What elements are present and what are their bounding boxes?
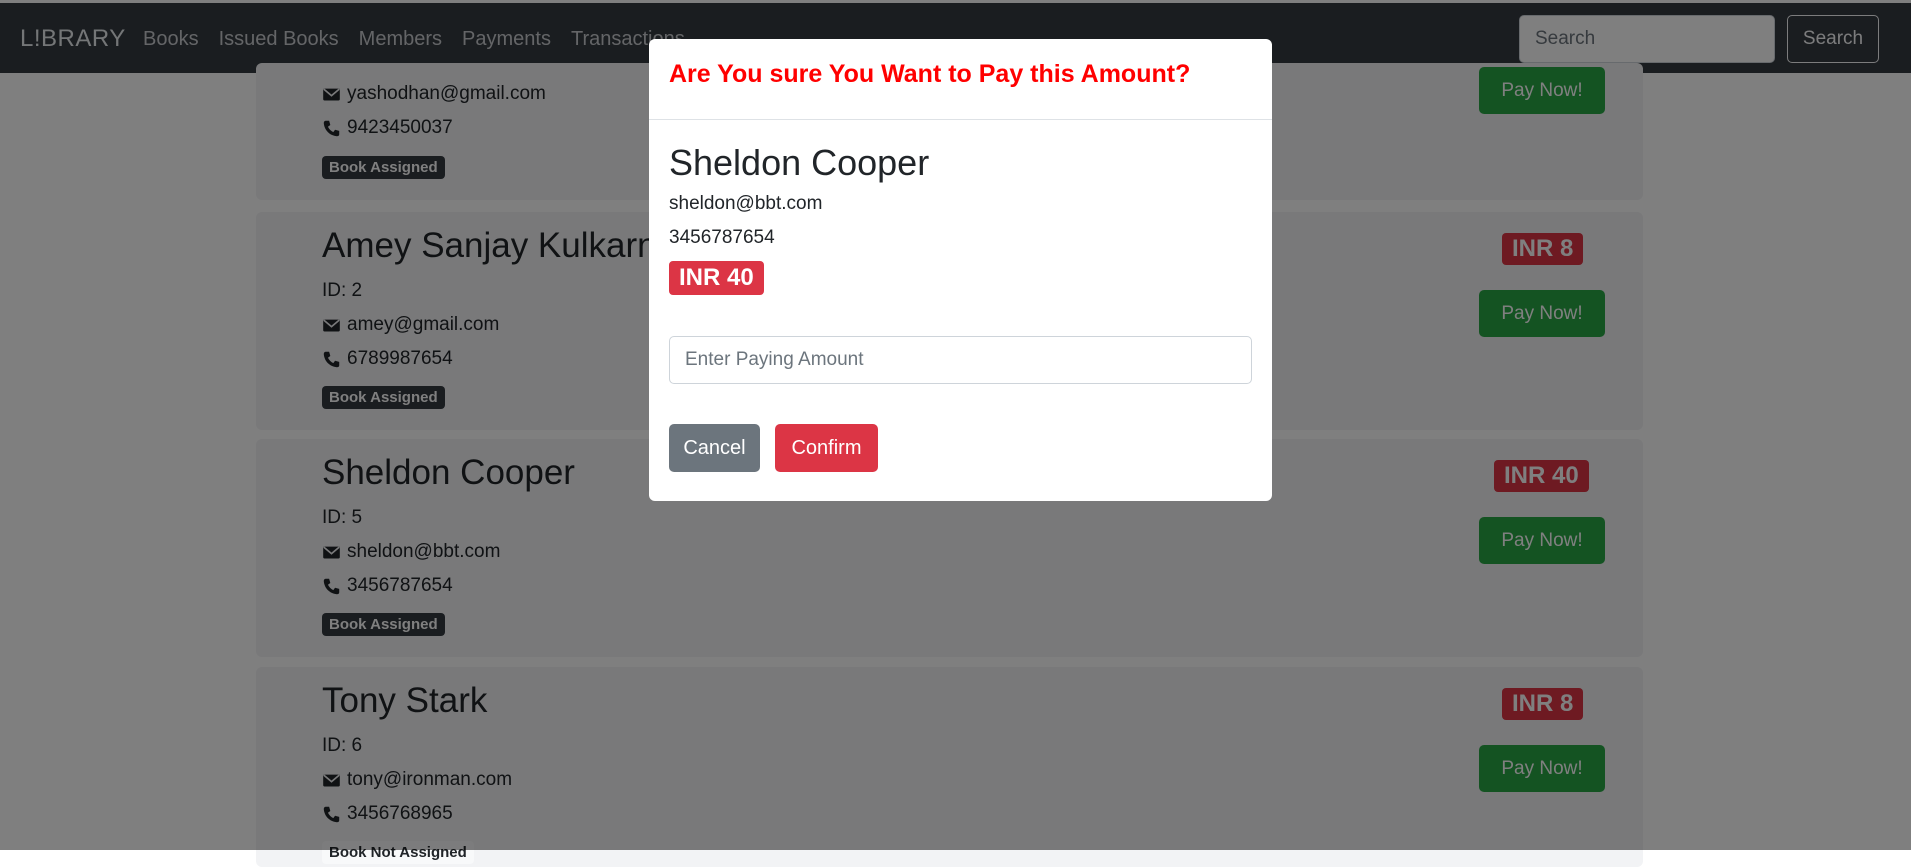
modal-member-phone: 3456787654 [669, 227, 775, 248]
modal-member-name: Sheldon Cooper [669, 142, 930, 183]
paying-amount-input[interactable] [669, 336, 1252, 384]
modal-amount-badge: INR 40 [669, 261, 764, 295]
modal-header: Are You sure You Want to Pay this Amount… [649, 39, 1272, 120]
confirm-button[interactable]: Confirm [775, 424, 878, 472]
cancel-button[interactable]: Cancel [669, 424, 760, 472]
payment-confirm-modal: Are You sure You Want to Pay this Amount… [649, 39, 1272, 501]
modal-title: Are You sure You Want to Pay this Amount… [669, 60, 1191, 88]
modal-member-email: sheldon@bbt.com [669, 193, 823, 214]
